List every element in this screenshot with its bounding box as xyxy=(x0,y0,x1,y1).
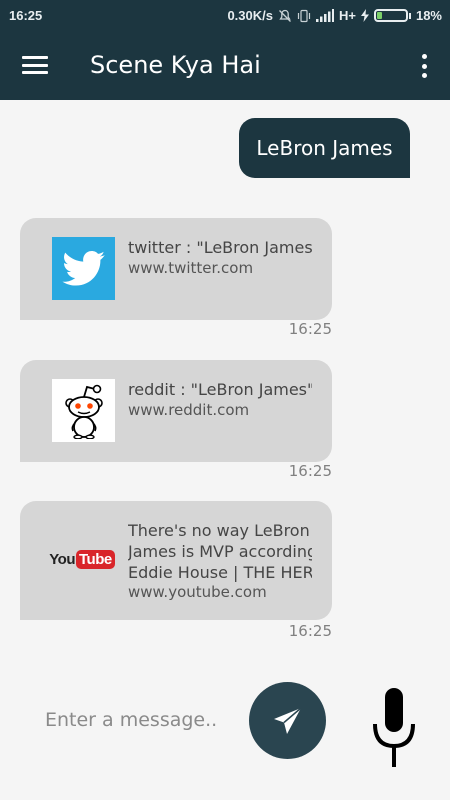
microphone-button[interactable] xyxy=(372,688,416,768)
result-card-reddit[interactable]: reddit : "LeBron James" www.reddit.com xyxy=(20,360,332,462)
result-card-youtube[interactable]: You Tube There's no way LeBron James is … xyxy=(20,501,332,620)
chat-area[interactable]: LeBron James twitter : "LeBron James" ww… xyxy=(0,100,450,660)
message-input[interactable] xyxy=(30,702,230,738)
battery-percent: 18% xyxy=(415,8,442,23)
app-title: Scene Kya Hai xyxy=(90,51,261,79)
signal-icon xyxy=(315,9,334,23)
youtube-logo-icon: You Tube xyxy=(49,529,115,589)
app-header: 16:25 0.30K/s H+ 18% Scene Kya Hai xyxy=(0,0,450,100)
message-timestamp: 16:25 xyxy=(288,320,332,338)
reddit-logo-icon xyxy=(52,379,115,442)
network-speed: 0.30K/s xyxy=(227,8,273,23)
result-url[interactable]: www.youtube.com xyxy=(128,583,267,601)
status-bar: 16:25 0.30K/s H+ 18% xyxy=(0,0,450,32)
message-timestamp: 16:25 xyxy=(288,462,332,480)
message-timestamp: 16:25 xyxy=(288,622,332,640)
battery-level-fill xyxy=(376,12,383,19)
message-composer xyxy=(0,660,450,800)
vibrate-icon xyxy=(297,9,311,23)
user-message-bubble: LeBron James xyxy=(239,118,410,178)
result-title-line: Eddie House | THE HERD xyxy=(128,563,312,582)
youtube-logo-text-right: Tube xyxy=(76,549,115,569)
status-icons: 0.30K/s H+ 18% xyxy=(227,8,442,23)
charging-icon xyxy=(360,9,369,23)
youtube-logo-text-left: You xyxy=(49,550,75,568)
battery-icon xyxy=(373,9,411,22)
hamburger-menu-icon[interactable] xyxy=(22,54,48,76)
result-title-line: James is MVP according xyxy=(128,542,312,561)
result-title-line: There's no way LeBron xyxy=(128,521,310,540)
twitter-logo-icon xyxy=(52,237,115,300)
result-url[interactable]: www.reddit.com xyxy=(128,401,249,419)
network-type: H+ xyxy=(338,8,356,23)
send-icon xyxy=(273,706,301,734)
result-card-twitter[interactable]: twitter : "LeBron James" www.twitter.com xyxy=(20,218,332,320)
result-title: twitter : "LeBron James" xyxy=(128,238,312,257)
status-time: 16:25 xyxy=(9,8,43,23)
send-button[interactable] xyxy=(249,682,326,759)
app-bar: Scene Kya Hai xyxy=(0,32,450,100)
result-url[interactable]: www.twitter.com xyxy=(128,259,253,277)
mute-icon xyxy=(278,9,292,23)
result-title: reddit : "LeBron James" xyxy=(128,380,312,399)
more-vert-icon[interactable] xyxy=(420,52,428,80)
microphone-icon xyxy=(373,688,415,767)
